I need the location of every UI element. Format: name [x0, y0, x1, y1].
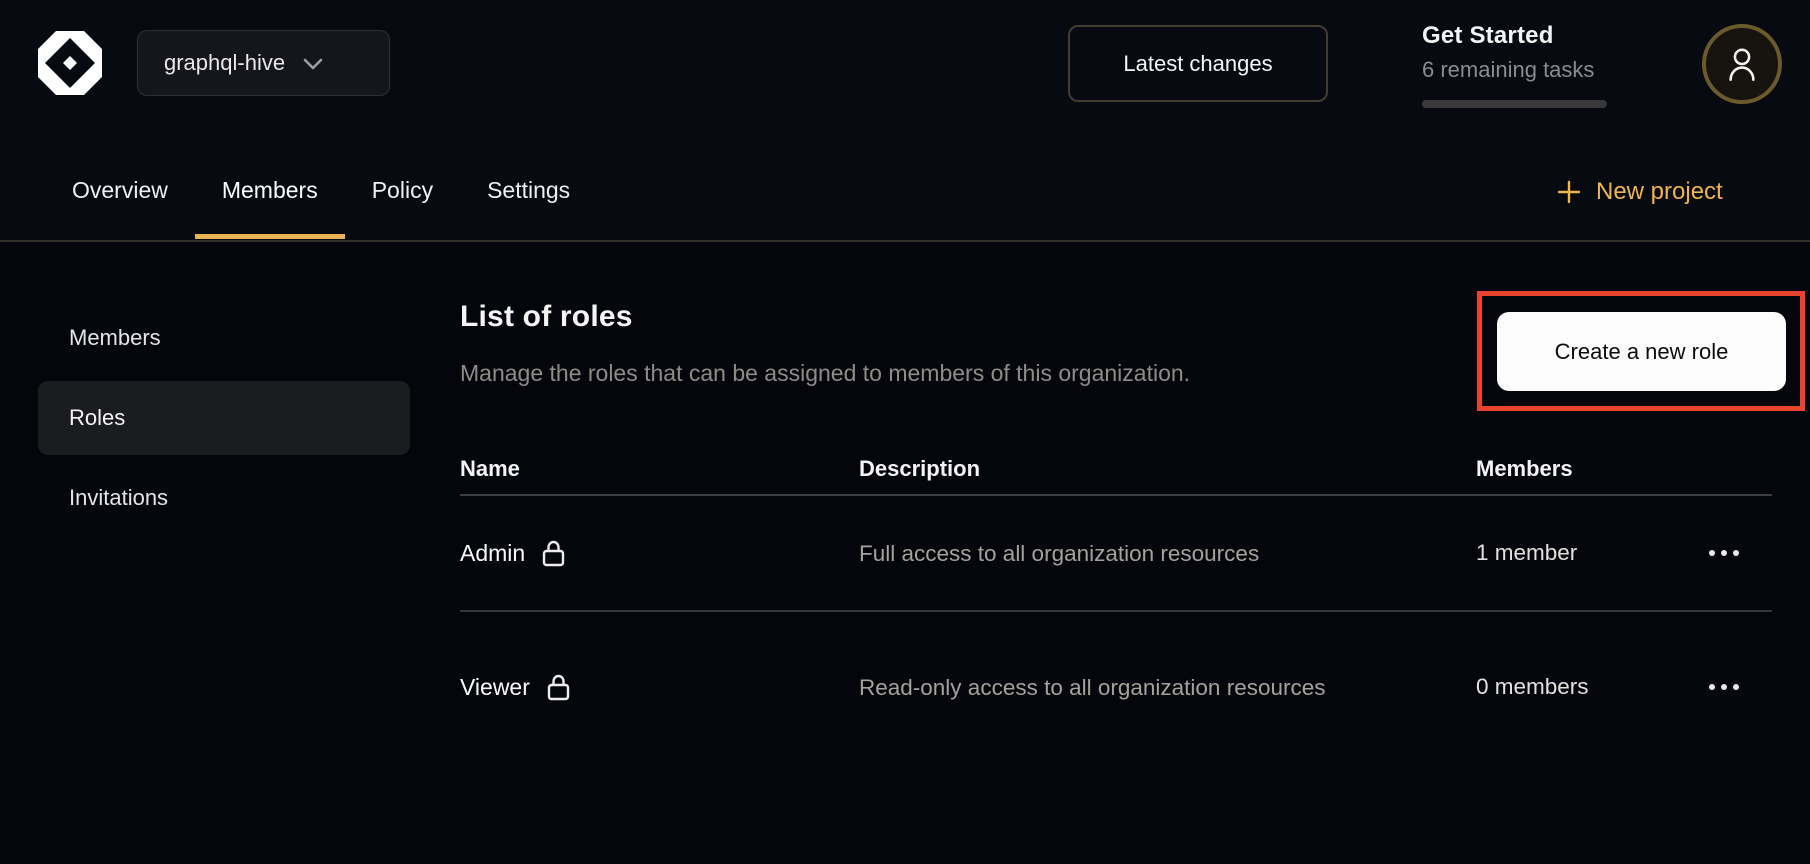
- new-project-button[interactable]: New project: [1548, 166, 1731, 218]
- active-tab-underline: [195, 234, 345, 239]
- tab-label: Settings: [487, 177, 570, 204]
- user-avatar-button[interactable]: [1702, 24, 1782, 104]
- get-started-title: Get Started: [1422, 22, 1594, 50]
- row-actions-menu-button[interactable]: [1701, 676, 1747, 698]
- column-header-name: Name: [460, 456, 859, 482]
- column-header-members: Members: [1476, 456, 1701, 482]
- role-member-count: 1 member: [1476, 540, 1701, 566]
- table-row-viewer: Viewer Read-only access to all organizat…: [460, 612, 1772, 762]
- ellipsis-dot: [1709, 684, 1715, 690]
- latest-changes-button[interactable]: Latest changes: [1068, 25, 1328, 102]
- tab-label: Members: [222, 177, 318, 204]
- column-header-description: Description: [859, 456, 1476, 482]
- new-project-label: New project: [1596, 178, 1723, 206]
- role-description: Read-only access to all organization res…: [859, 670, 1359, 705]
- subnav-item-roles[interactable]: Roles: [38, 381, 410, 455]
- app-window: graphql-hive Latest changes Get Started …: [0, 0, 1810, 864]
- plus-icon: [1556, 179, 1582, 205]
- page-title: List of roles: [460, 300, 633, 334]
- create-new-role-button[interactable]: Create a new role: [1497, 312, 1786, 391]
- org-tabs: Overview Members Policy Settings: [45, 140, 597, 240]
- chevron-down-icon: [303, 58, 323, 70]
- members-subnav: Members Roles Invitations: [38, 301, 410, 541]
- user-icon: [1725, 45, 1759, 83]
- ellipsis-dot: [1733, 684, 1739, 690]
- tab-overview[interactable]: Overview: [45, 140, 195, 240]
- role-description: Full access to all organization resource…: [859, 536, 1359, 571]
- tab-label: Overview: [72, 177, 168, 204]
- tab-policy[interactable]: Policy: [345, 140, 460, 240]
- tab-members[interactable]: Members: [195, 140, 345, 240]
- get-started-progress-bar: [1422, 100, 1607, 108]
- role-name: Admin: [460, 540, 525, 567]
- lock-icon: [545, 673, 572, 702]
- get-started-widget[interactable]: Get Started 6 remaining tasks: [1422, 22, 1594, 83]
- org-name: graphql-hive: [164, 50, 285, 76]
- table-row-admin: Admin Full access to all organization re…: [460, 496, 1772, 612]
- org-switcher-dropdown[interactable]: graphql-hive: [137, 30, 390, 96]
- subnav-label: Roles: [69, 405, 125, 431]
- ellipsis-dot: [1733, 550, 1739, 556]
- subnav-item-members[interactable]: Members: [38, 301, 410, 375]
- tab-settings[interactable]: Settings: [460, 140, 597, 240]
- get-started-remaining-tasks: 6 remaining tasks: [1422, 57, 1594, 83]
- ellipsis-dot: [1721, 550, 1727, 556]
- hive-logo-icon[interactable]: [35, 28, 105, 98]
- tabbar-divider: [0, 240, 1810, 242]
- ellipsis-dot: [1709, 550, 1715, 556]
- roles-table: Name Description Members Admin Full acce…: [460, 443, 1772, 762]
- tab-label: Policy: [372, 177, 433, 204]
- subnav-label: Invitations: [69, 485, 168, 511]
- subnav-label: Members: [69, 325, 161, 351]
- row-actions-menu-button[interactable]: [1701, 542, 1747, 564]
- role-name-cell: Viewer: [460, 673, 859, 702]
- subnav-item-invitations[interactable]: Invitations: [38, 461, 410, 535]
- table-header-row: Name Description Members: [460, 443, 1772, 496]
- role-name-cell: Admin: [460, 539, 859, 568]
- ellipsis-dot: [1721, 684, 1727, 690]
- lock-icon: [540, 539, 567, 568]
- role-name: Viewer: [460, 674, 530, 701]
- role-member-count: 0 members: [1476, 674, 1701, 700]
- page-subtitle: Manage the roles that can be assigned to…: [460, 360, 1190, 387]
